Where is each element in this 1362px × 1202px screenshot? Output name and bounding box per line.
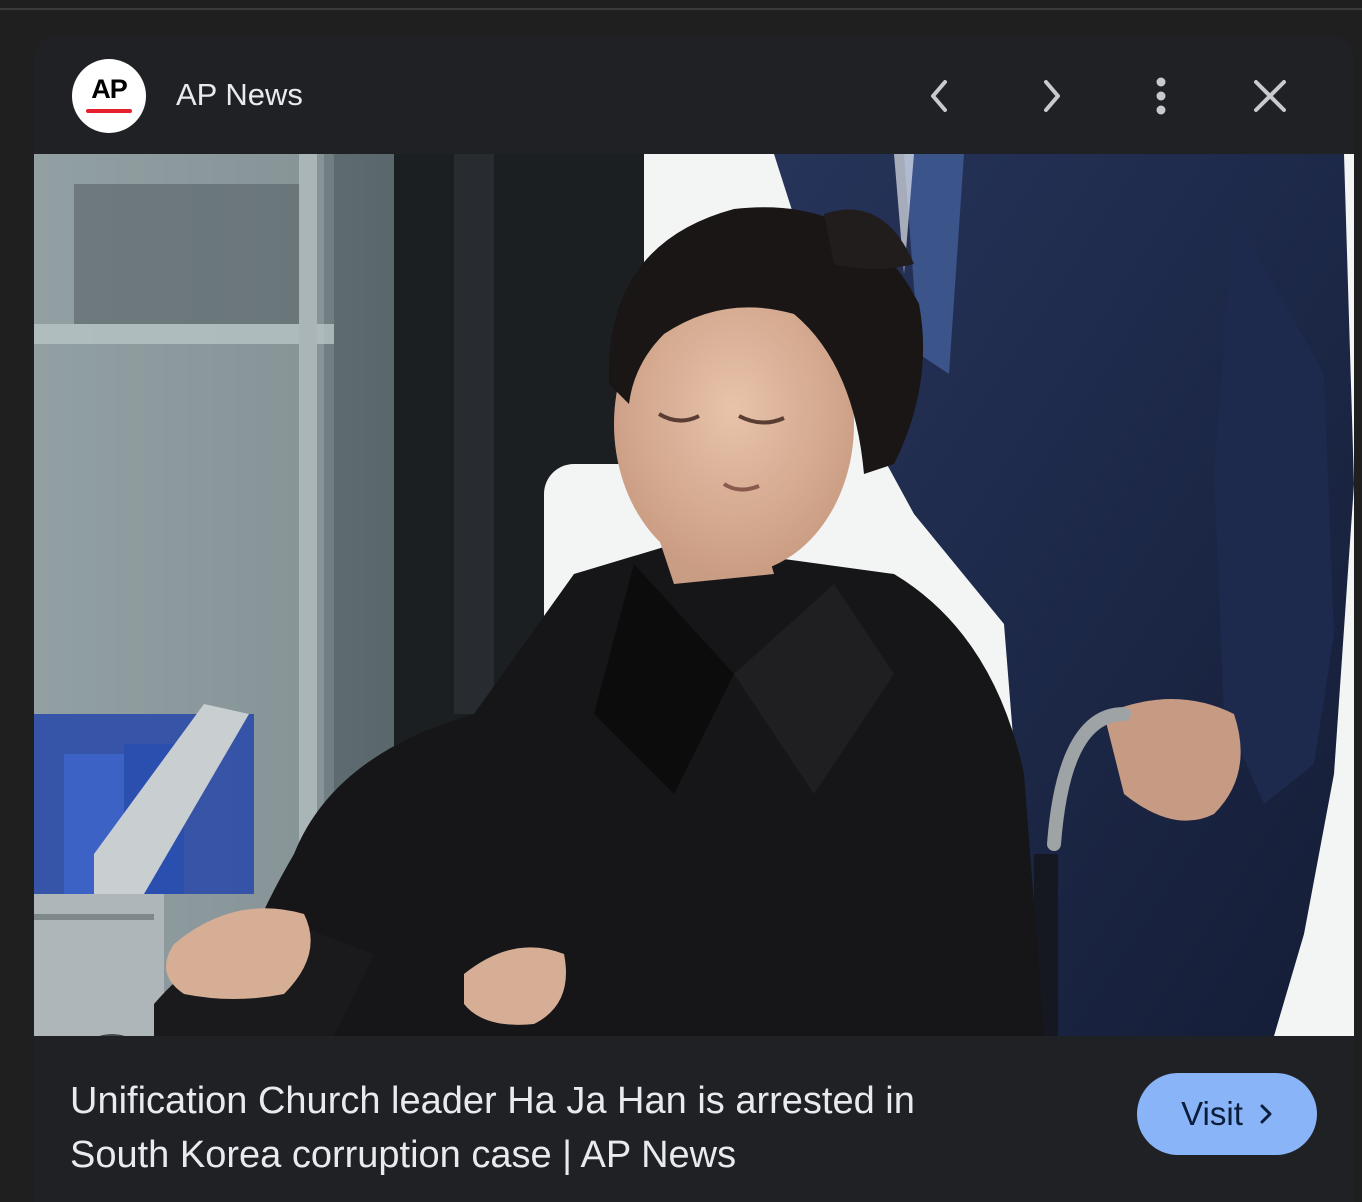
image-preview-panel: AP AP News Unification Church leader Ha … [34,36,1354,1202]
headline-line-2: South Korea corruption case | AP News [70,1134,737,1176]
visit-label: Visit [1181,1095,1243,1132]
previous-button[interactable] [914,70,966,122]
chevron-left-icon [931,80,947,112]
headline-line-1: Unification Church leader Ha Ja Han is a… [70,1080,915,1122]
close-button[interactable] [1244,70,1296,122]
news-photo [34,154,1354,1036]
source-logo-text: AP [91,73,128,104]
next-button[interactable] [1025,70,1077,122]
article-headline[interactable]: Unification Church leader Ha Ja Han is a… [70,1074,1030,1182]
source-logo-underline [86,108,132,113]
top-divider [0,0,1362,10]
source-logo: AP [72,59,146,133]
chevron-right-icon [1044,80,1060,112]
panel-footer: Unification Church leader Ha Ja Han is a… [34,1036,1354,1202]
more-vert-icon [1156,77,1166,115]
preview-image[interactable] [34,154,1354,1036]
chevron-right-icon [1259,1103,1273,1125]
visit-button[interactable]: Visit [1137,1073,1317,1155]
source-name[interactable]: AP News [176,76,303,114]
panel-header: AP AP News [34,36,1354,154]
more-options-button[interactable] [1135,70,1187,122]
close-icon [1254,80,1286,112]
